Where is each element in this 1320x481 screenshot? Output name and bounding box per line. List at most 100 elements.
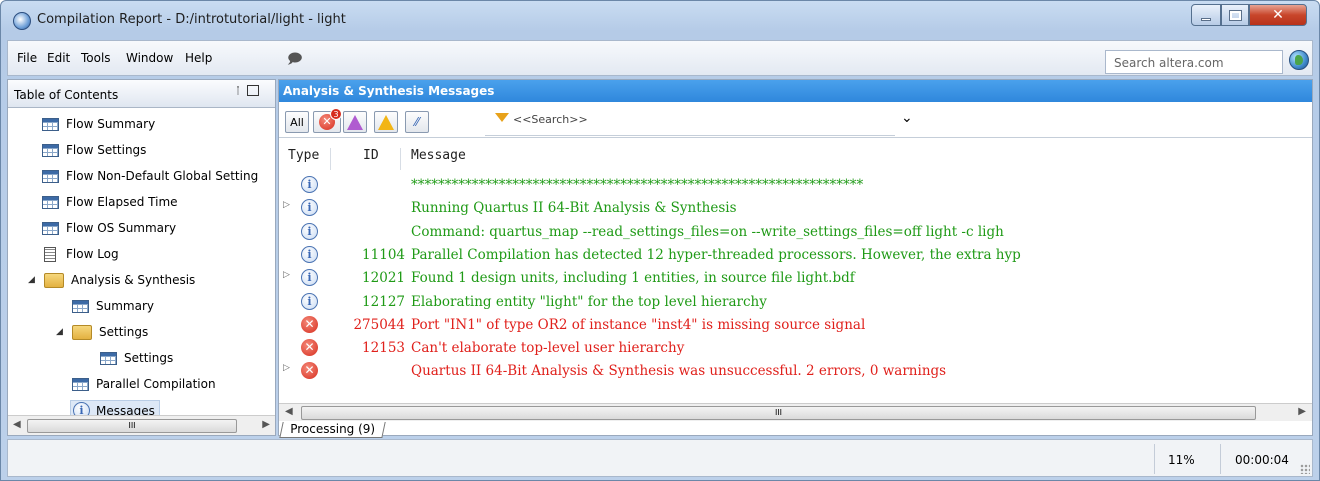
toc-horizontal-scrollbar[interactable]: ◀ III ▶ — [8, 415, 275, 435]
minimize-icon — [1201, 17, 1211, 21]
pin-icon[interactable]: ᛙ — [235, 86, 241, 97]
expand-icon[interactable]: ▷ — [283, 270, 290, 280]
toc-item-settings-folder[interactable]: ◢ Settings — [56, 322, 148, 342]
menu-file[interactable]: File — [17, 51, 37, 65]
column-divider[interactable] — [400, 148, 401, 170]
filter-icon[interactable] — [495, 113, 509, 122]
column-message-header[interactable]: Message — [411, 148, 466, 163]
message-row[interactable]: i 11104 Parallel Compilation has detected … — [279, 243, 1312, 266]
toc-item-settings[interactable]: Settings — [100, 348, 173, 368]
message-id: 12153 — [362, 340, 405, 357]
messages-pane: Analysis & Synthesis Messages All ✕ 3 ⁄⁄ … — [278, 79, 1313, 438]
toc-item-summary[interactable]: Summary — [72, 296, 154, 316]
message-row[interactable]: i Command: quartus_map --read_settings_fi… — [279, 220, 1312, 243]
message-row[interactable]: ▷ i 12021 Found 1 design units, including 1… — [279, 266, 1312, 289]
message-row[interactable]: i 12127 Elaborating entity "light" for the… — [279, 290, 1312, 313]
message-text: Command: quartus_map --read_settings_fil… — [411, 223, 1004, 240]
float-window-icon[interactable] — [247, 85, 259, 96]
message-id: 12021 — [362, 270, 405, 287]
filter-critical-warnings-button[interactable] — [343, 111, 367, 133]
compilation-report-window: Compilation Report - D:/introtutorial/li… — [0, 0, 1320, 481]
message-text: Parallel Compilation has detected 12 hyp… — [411, 246, 1021, 263]
suppressed-icon: ⁄⁄ — [414, 115, 419, 129]
message-text: Quartus II 64-Bit Analysis & Synthesis w… — [411, 363, 947, 380]
status-divider — [1220, 444, 1221, 474]
title-bar[interactable]: Compilation Report - D:/introtutorial/li… — [1, 1, 1319, 39]
message-row[interactable]: ✕ 275044 Port "IN1" of type OR2 of instanc… — [279, 313, 1312, 336]
folder-icon — [44, 272, 64, 288]
scroll-thumb[interactable]: III — [301, 406, 1256, 420]
menu-bar: File Edit Tools Window Help 🗩 Search alt… — [7, 40, 1313, 76]
message-text: Port "IN1" of type OR2 of instance "inst… — [411, 316, 866, 333]
error-count-badge: 3 — [330, 108, 342, 120]
filter-suppressed-button[interactable]: ⁄⁄ — [405, 111, 429, 133]
expand-icon[interactable]: ▷ — [283, 200, 290, 210]
toc-header: Table of Contents ᛙ — [8, 80, 275, 108]
menu-help[interactable]: Help — [185, 51, 212, 65]
filter-all-button[interactable]: All — [285, 111, 309, 133]
column-id-header[interactable]: ID — [363, 148, 379, 163]
critical-warning-icon — [347, 114, 363, 130]
message-row[interactable]: ▷ ✕ Quartus II 64-Bit Analysis & Synthesis… — [279, 359, 1312, 382]
menu-window[interactable]: Window — [126, 51, 173, 65]
toc-item-flow-non-default-global-setting[interactable]: Flow Non-Default Global Setting — [42, 166, 258, 186]
resize-grip-icon[interactable] — [1300, 464, 1310, 474]
message-text: Found 1 design units, including 1 entiti… — [411, 270, 855, 287]
table-icon — [72, 377, 89, 391]
expand-icon[interactable]: ▷ — [283, 363, 290, 373]
document-icon — [44, 246, 56, 262]
toc-item-flow-settings[interactable]: Flow Settings — [42, 140, 146, 160]
scroll-right-icon[interactable]: ▶ — [1298, 406, 1306, 417]
message-id: 12127 — [362, 293, 405, 310]
column-divider[interactable] — [330, 148, 331, 170]
filter-warnings-button[interactable] — [374, 111, 398, 133]
menu-edit[interactable]: Edit — [47, 51, 70, 65]
message-row[interactable]: i ***************************************… — [279, 173, 1312, 196]
filter-errors-button[interactable]: ✕ 3 — [313, 108, 342, 133]
close-icon: ✕ — [1272, 7, 1284, 23]
toc-item-flow-summary[interactable]: Flow Summary — [42, 114, 155, 134]
maximize-icon — [1228, 9, 1242, 21]
collapse-icon[interactable]: ◢ — [56, 327, 66, 337]
toc-item-analysis-synthesis[interactable]: ◢ Analysis & Synthesis — [28, 270, 195, 290]
message-text: Can't elaborate top-level user hierarchy — [411, 340, 685, 357]
info-icon: i — [301, 176, 318, 193]
toc-item-flow-os-summary[interactable]: Flow OS Summary — [42, 218, 176, 238]
message-search-input[interactable]: <<Search>> — [513, 113, 588, 126]
scroll-left-icon[interactable]: ◀ — [285, 406, 293, 417]
toc-item-parallel-compilation[interactable]: Parallel Compilation — [72, 374, 216, 394]
message-text: Running Quartus II 64-Bit Analysis & Syn… — [411, 200, 737, 217]
message-text: Elaborating entity "light" for the top l… — [411, 293, 767, 310]
tab-processing[interactable]: Processing (9) — [279, 422, 386, 438]
column-type-header[interactable]: Type — [288, 148, 319, 163]
scroll-right-icon[interactable]: ▶ — [262, 419, 270, 430]
globe-icon[interactable] — [1289, 50, 1309, 70]
message-row[interactable]: ▷ i Running Quartus II 64-Bit Analysis & S… — [279, 196, 1312, 219]
table-icon — [100, 351, 117, 365]
toc-title: Table of Contents — [14, 88, 119, 102]
menu-tools[interactable]: Tools — [81, 51, 111, 65]
error-icon: ✕ — [301, 315, 318, 333]
maximize-button[interactable] — [1221, 4, 1249, 26]
message-text: ****************************************… — [411, 177, 864, 193]
table-icon — [72, 299, 89, 313]
collapse-icon[interactable]: ◢ — [28, 275, 38, 285]
messages-horizontal-scrollbar[interactable]: ◀ III ▶ — [279, 403, 1312, 421]
status-divider — [1154, 444, 1155, 474]
altera-search-input[interactable]: Search altera.com — [1105, 50, 1283, 74]
chevron-down-icon[interactable]: ⌄ — [901, 110, 913, 126]
feedback-icon[interactable]: 🗩 — [287, 48, 303, 72]
warning-icon — [378, 114, 394, 130]
scroll-thumb[interactable]: III — [27, 419, 237, 433]
info-icon: i — [301, 245, 318, 263]
message-row[interactable]: ✕ 12153 Can't elaborate top-level user hie… — [279, 336, 1312, 359]
minimize-button[interactable] — [1191, 4, 1221, 26]
toc-item-flow-log[interactable]: Flow Log — [44, 244, 119, 264]
search-underline — [485, 135, 895, 136]
toc-item-flow-elapsed-time[interactable]: Flow Elapsed Time — [42, 192, 178, 212]
close-button[interactable]: ✕ — [1249, 4, 1307, 26]
table-icon — [42, 169, 59, 183]
scroll-left-icon[interactable]: ◀ — [13, 419, 21, 430]
window-title: Compilation Report - D:/introtutorial/li… — [37, 12, 346, 27]
elapsed-time: 00:00:04 — [1235, 453, 1289, 467]
